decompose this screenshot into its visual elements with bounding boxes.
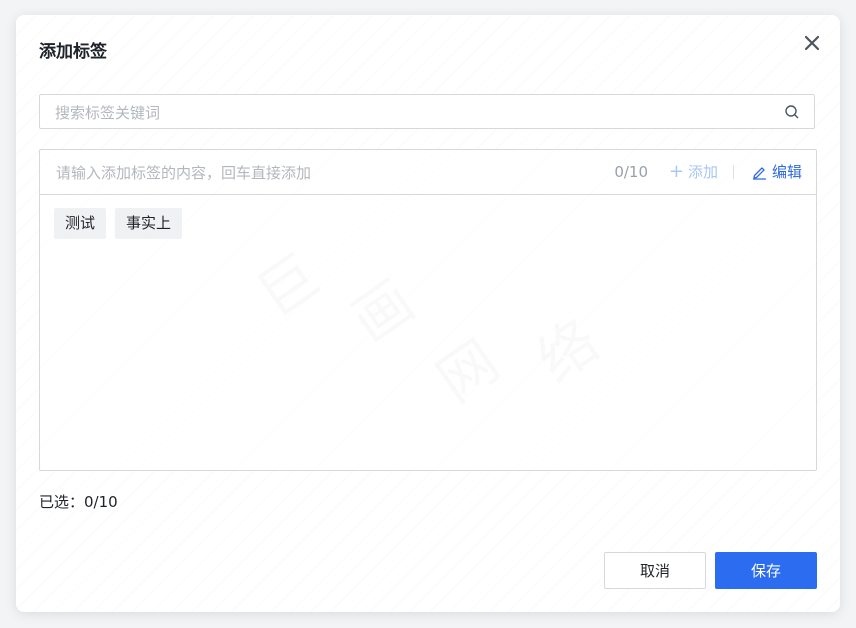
pencil-icon	[752, 166, 767, 180]
search-box	[39, 94, 815, 130]
add-tag-dialog: 巨 画 网 络 添加标签 0/10 + 添加	[16, 15, 840, 612]
tag-input[interactable]	[54, 150, 578, 195]
add-tag-button[interactable]: + 添加	[669, 162, 718, 182]
edit-tags-button[interactable]: 编辑	[752, 162, 802, 182]
tag-item[interactable]: 测试	[54, 208, 107, 239]
search-icon[interactable]	[784, 104, 800, 120]
plus-icon: +	[668, 161, 684, 182]
tag-input-counter: 0/10	[614, 163, 648, 181]
add-tag-label: 添加	[687, 163, 718, 181]
tag-list: 测试 事实上	[54, 208, 183, 239]
cancel-button[interactable]: 取消	[604, 552, 706, 589]
close-icon	[804, 35, 820, 51]
selected-count: 已选：0/10	[39, 493, 118, 511]
dialog-title: 添加标签	[39, 42, 107, 62]
edit-tags-label: 编辑	[771, 163, 802, 181]
tag-item[interactable]: 事实上	[115, 208, 183, 239]
tag-input-row: 0/10 + 添加 编辑	[40, 150, 816, 195]
save-button[interactable]: 保存	[715, 552, 817, 589]
tag-editor: 0/10 + 添加 编辑 测试 事实上	[39, 149, 817, 471]
close-button[interactable]	[802, 33, 822, 53]
divider	[733, 165, 734, 179]
search-input[interactable]	[53, 95, 777, 130]
